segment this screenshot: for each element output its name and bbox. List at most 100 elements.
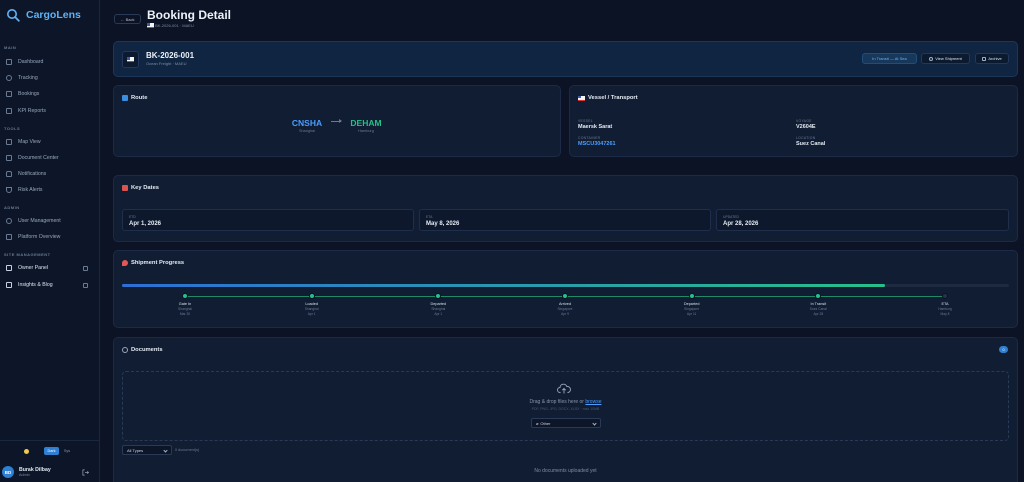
nav-kpi-reports[interactable]: KPI Reports [6,108,46,114]
milestone-date: Apr 28 [813,312,824,316]
archive-button[interactable]: Archive [975,53,1009,64]
sidebar-divider [0,440,100,441]
milestone-name: Arrived [558,302,572,306]
view-shipment-button[interactable]: View Shipment [921,53,970,64]
nav-tracking[interactable]: Tracking [6,75,38,81]
nav-insights-blog[interactable]: Insights & Blog [6,282,88,288]
theme-dark[interactable]: Dark [44,447,59,455]
arrow-right-icon [331,119,342,123]
milestone-dot [942,293,948,299]
progress-card [113,250,1018,328]
bookings-icon [6,91,12,97]
avatar: BD [2,466,14,478]
bell-icon [6,171,12,177]
search-icon [929,56,934,61]
milestone-date: Mar 30 [179,312,191,316]
milestone-date: Apr 1 [307,312,316,316]
brand-name: CargoLens [26,9,81,21]
milestone-date: Apr 1 [434,312,443,316]
user-profile[interactable]: BD Burak Dilbay Admin [2,466,51,478]
origin-city: Shanghai [298,129,316,133]
updated-value: Apr 28, 2026 [723,221,759,227]
document-type-select[interactable]: ⌀ Other [531,418,601,428]
page-subtitle: BK-2026-001 · MAEU [147,23,194,29]
archive-icon [982,56,987,61]
back-button[interactable]: ← Back [114,14,141,24]
paperclip-icon [122,347,128,353]
external-link-icon [83,282,88,288]
milestone-date: Apr 11 [686,312,697,316]
destination-city: Hamburg [358,129,374,133]
eta-box: ETA May 8, 2026 [419,209,711,231]
chevron-down-icon [592,421,597,426]
key-dates-title: Key Dates [122,185,159,191]
milestone-name: Loaded [305,302,318,306]
nav-notifications[interactable]: Notifications [6,171,46,177]
milestone-name: Gate In [178,302,192,306]
container-label: CONTAINER [578,136,601,140]
theme-system[interactable]: Sys [61,447,73,455]
voyage-label: VOYAGE [796,119,812,123]
globe-icon [6,234,12,240]
vessel-title: Vessel / Transport [578,95,638,101]
sun-icon[interactable] [24,449,29,454]
sidebar: CargoLens MAIN Dashboard Tracking Bookin… [0,0,100,482]
status-badge: In Transit — At Sea [862,53,917,64]
magnifier-logo-icon [7,9,20,22]
progress-track [122,284,1009,287]
cloud-upload-icon [557,383,571,394]
location-value: Suez Canal [796,141,826,147]
voyage-value: V2604E [796,124,816,130]
nav-section-main: MAIN [4,45,17,50]
nav-bookings[interactable]: Bookings [6,91,39,97]
dashboard-icon [6,59,12,65]
blog-icon [6,282,12,288]
location-label: LOCATION [796,136,816,140]
dropzone-text: Drag & drop files here or browse [529,399,602,405]
route-icon [122,95,128,101]
nav-map-view[interactable]: Map View [6,139,41,145]
flag-icon [578,95,585,101]
milestone-location: Shanghai [431,307,446,311]
nav-risk-alerts[interactable]: Risk Alerts [6,187,43,193]
type-filter-select[interactable]: All Types [122,445,172,455]
milestone-dot [182,293,188,299]
milestone-name: Departed [683,302,700,306]
nav-document-center[interactable]: Document Center [6,155,59,161]
users-icon [6,218,12,224]
flag-icon [127,57,134,62]
milestone-location: Singapore [557,307,573,311]
vessel-label: VESSEL [578,119,593,123]
milestone-dot [562,293,568,299]
nav-section-site-management: SITE MANAGEMENT [4,252,51,257]
nav-user-management[interactable]: User Management [6,218,61,224]
chart-icon [6,108,12,114]
booking-flag [122,51,139,68]
milestone-location: Hamburg [938,307,952,311]
milestone-dot [308,293,315,299]
route-title: Route [122,95,147,101]
container-link[interactable]: MSCU3047261 [578,141,616,147]
destination-code: DEHAM [350,118,382,128]
pin-icon [122,260,128,266]
brand[interactable]: CargoLens [6,8,81,22]
user-role: Admin [19,473,30,477]
browse-link[interactable]: browse [585,399,601,405]
etd-value: Apr 1, 2026 [129,221,162,227]
nav-owner-panel[interactable]: Owner Panel [6,265,88,271]
tracking-icon [6,75,12,81]
nav-section-tools: TOOLS [4,126,21,131]
nav-dashboard[interactable]: Dashboard [6,59,43,65]
progress-title: Shipment Progress [122,260,184,266]
paperclip-icon: ⌀ [536,420,539,426]
empty-state-text: No documents uploaded yet [534,468,597,474]
warning-icon [6,187,12,193]
logout-icon[interactable] [82,469,89,476]
page-title: Booking Detail [147,8,232,22]
nav-platform-overview[interactable]: Platform Overview [6,234,60,240]
chevron-down-icon [163,448,168,453]
upload-dropzone[interactable] [122,371,1009,441]
milestone-name: ETA [941,302,949,306]
etd-box: ETD Apr 1, 2026 [122,209,414,231]
milestone-dot [688,293,695,299]
